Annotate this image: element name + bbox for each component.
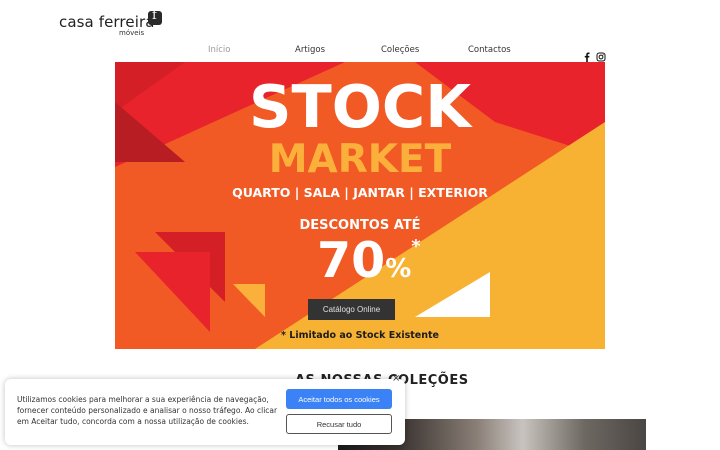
discount-value: 70	[317, 232, 386, 289]
catalog-button[interactable]: Catálogo Online	[308, 299, 395, 320]
instagram-icon[interactable]	[596, 47, 606, 62]
banner-headline: STOCK	[249, 72, 471, 141]
logo-subtext: móveis	[119, 29, 145, 37]
nav-item-contactos[interactable]: Contactos	[468, 45, 511, 55]
close-icon[interactable]: ×	[392, 373, 400, 384]
discount-asterisk: *	[411, 236, 421, 257]
social-links	[582, 47, 606, 62]
banner-subheadline: MARKET	[268, 137, 452, 182]
promo-banner[interactable]: STOCK MARKET QUARTO | SALA | JANTAR | EX…	[115, 62, 605, 349]
banner-discount: 70%*	[317, 232, 421, 289]
main-nav: Início Artigos Coleções Contactos	[170, 45, 550, 61]
nav-item-colecoes[interactable]: Coleções	[381, 45, 419, 55]
accept-cookies-button[interactable]: Aceitar todos os cookies	[286, 389, 392, 409]
site-logo[interactable]: casa ferreira móveis	[59, 8, 169, 37]
cookie-text: Utilizamos cookies para melhorar a sua e…	[17, 395, 278, 426]
nav-item-inicio[interactable]: Início	[208, 45, 231, 55]
banner-discount-label: DESCONTOS ATÉ	[299, 218, 421, 233]
discount-symbol: %	[385, 254, 412, 284]
reject-cookies-button[interactable]: Recusar tudo	[286, 414, 392, 434]
logo-f-icon	[148, 8, 162, 25]
facebook-icon[interactable]	[582, 47, 592, 62]
banner-note: * Limitado ao Stock Existente	[281, 330, 439, 341]
nav-item-artigos[interactable]: Artigos	[295, 45, 325, 55]
banner-rooms: QUARTO | SALA | JANTAR | EXTERIOR	[232, 185, 488, 200]
